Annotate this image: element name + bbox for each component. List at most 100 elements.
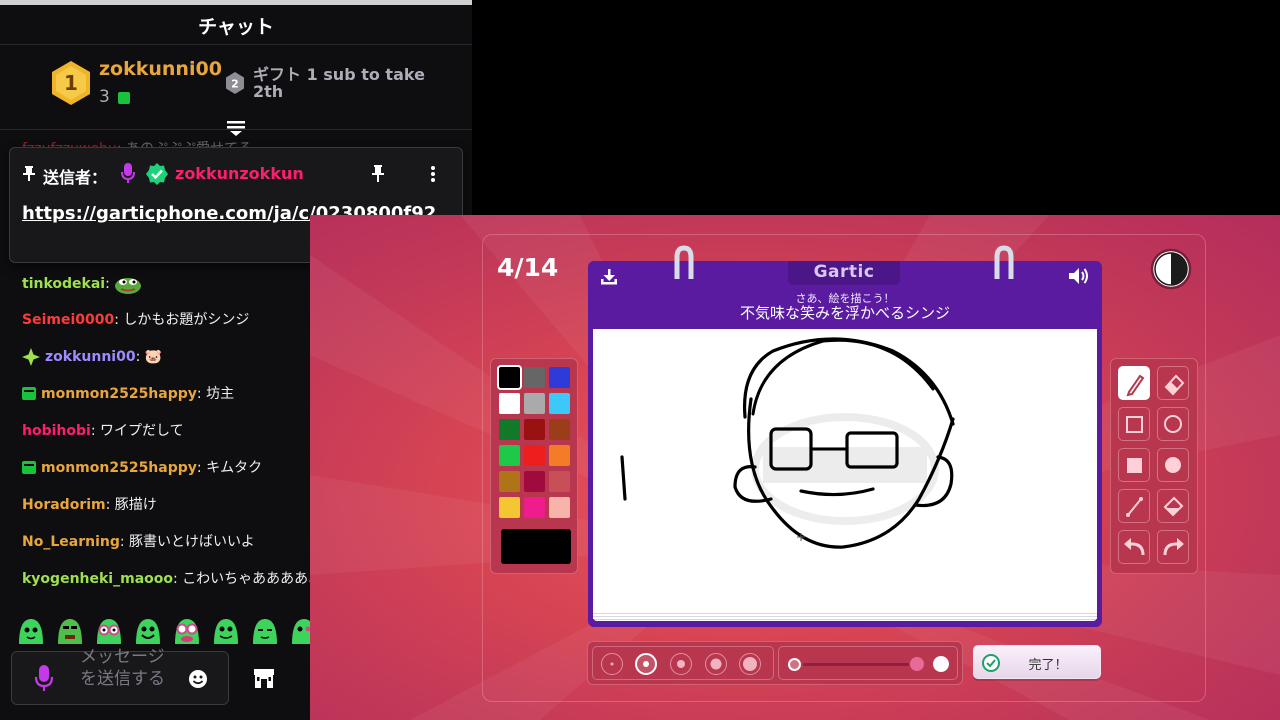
message-username[interactable]: No_Learning <box>22 534 120 550</box>
emoji-picker-icon[interactable] <box>188 669 208 689</box>
nerd-blob-emote-icon[interactable] <box>172 616 202 646</box>
message-text: ワイプだして <box>99 423 184 439</box>
color-swatch[interactable] <box>499 497 520 518</box>
message-colon: : <box>135 349 145 365</box>
brush-size-2[interactable] <box>635 653 657 675</box>
color-swatch[interactable] <box>524 419 545 440</box>
color-swatch[interactable] <box>524 497 545 518</box>
rank-2-badge-icon: 2 <box>226 72 244 94</box>
pig-emoji: 🐷 <box>144 349 163 365</box>
opacity-track[interactable] <box>803 663 909 666</box>
emote-bar <box>16 616 312 648</box>
rank-1-label: 1 <box>64 71 78 95</box>
gartic-phone-game: 4/14 Gartic さあ、絵を描こう！ 不気味な笑みを浮かべるシンジ 完了！ <box>310 215 1280 720</box>
color-swatch[interactable] <box>549 471 570 492</box>
message-username[interactable]: tinkodekai <box>22 276 105 292</box>
message-text: キムタク <box>206 460 263 476</box>
pepe-emote-icon <box>115 278 142 294</box>
brush-size-3[interactable] <box>670 653 692 675</box>
message-username[interactable]: monmon2525happy <box>41 386 197 402</box>
color-swatch[interactable] <box>549 393 570 414</box>
chat-message: Seimei0000: しかもお題がシンジ <box>22 310 249 330</box>
done-button[interactable]: 完了！ <box>973 645 1101 679</box>
message-username[interactable]: zokkunni00 <box>45 349 136 365</box>
message-username[interactable]: kyogenheki_maooo <box>22 571 173 587</box>
brush-size-4[interactable] <box>705 653 727 675</box>
subscriber-badge-icon <box>22 386 36 400</box>
paint-bucket-icon <box>1163 496 1184 517</box>
opacity-slider[interactable] <box>778 646 958 680</box>
message-text: しかもお題がシンジ <box>123 312 250 328</box>
glasses-blob-emote-icon[interactable] <box>94 616 124 646</box>
line-tool[interactable] <box>1118 489 1150 523</box>
message-colon: : <box>173 571 183 587</box>
paper-edge <box>593 611 1097 621</box>
pencil-icon <box>1126 374 1145 397</box>
fill-tool[interactable] <box>1157 489 1189 523</box>
download-icon[interactable] <box>600 268 618 286</box>
chat-title: チャット <box>198 16 274 38</box>
rectangle-filled-icon <box>1127 458 1142 473</box>
speaker-icon[interactable] <box>1068 266 1090 286</box>
header-divider <box>0 44 472 45</box>
chat-input-field[interactable]: メッセージを送信する <box>11 647 229 705</box>
filled-ellipse-tool[interactable] <box>1157 448 1189 482</box>
redo-tool[interactable] <box>1157 530 1189 564</box>
rectangle-tool[interactable] <box>1118 407 1150 441</box>
color-swatch[interactable] <box>499 445 520 466</box>
theme-toggle-icon[interactable] <box>1150 248 1192 290</box>
gift-sub-prompt[interactable]: ギフト 1 sub to take 2th <box>253 66 443 100</box>
blob-emote-icon[interactable] <box>289 616 312 646</box>
redo-icon <box>1163 538 1184 556</box>
filled-rectangle-tool[interactable] <box>1118 448 1150 482</box>
brush-size-5[interactable] <box>739 653 761 675</box>
undo-tool[interactable] <box>1118 530 1150 564</box>
pencil-tool[interactable] <box>1118 366 1150 400</box>
screen: チャット 1 zokkunni00 3 2 ギフト 1 sub to take … <box>0 0 1280 720</box>
message-colon: : <box>105 276 115 292</box>
gartic-logo: Gartic <box>813 262 875 282</box>
green-blob-emote-icon[interactable] <box>16 616 46 646</box>
ellipse-tool[interactable] <box>1157 407 1189 441</box>
happy-blob-emote-icon[interactable] <box>211 616 241 646</box>
color-swatch[interactable] <box>524 471 545 492</box>
message-username[interactable]: hobihobi <box>22 423 91 439</box>
verified-badge-icon <box>146 163 168 185</box>
message-username[interactable]: Seimei0000 <box>22 312 114 328</box>
color-swatch[interactable] <box>524 393 545 414</box>
color-swatch[interactable] <box>549 445 570 466</box>
store-icon[interactable] <box>252 666 276 690</box>
brush-size-1[interactable] <box>601 653 623 675</box>
microphone-icon[interactable] <box>34 664 54 692</box>
color-swatch[interactable] <box>499 419 520 440</box>
pinned-sender-label: 送信者： <box>43 168 108 187</box>
leaderboard-first-name[interactable]: zokkunni00 <box>99 58 222 80</box>
color-swatch[interactable] <box>549 367 570 388</box>
color-swatch[interactable] <box>497 365 522 390</box>
eraser-tool[interactable] <box>1157 366 1189 400</box>
more-options-icon[interactable] <box>430 165 436 183</box>
message-text: 坊主 <box>206 386 235 402</box>
angry-blob-emote-icon[interactable] <box>55 616 85 646</box>
unpin-icon[interactable] <box>370 164 386 182</box>
color-swatch[interactable] <box>524 367 545 388</box>
color-swatch[interactable] <box>549 419 570 440</box>
color-swatch[interactable] <box>524 445 545 466</box>
brush-size-group <box>592 646 774 680</box>
pinned-sender-name[interactable]: zokkunzokkun <box>175 164 304 183</box>
message-username[interactable]: monmon2525happy <box>41 460 197 476</box>
opacity-slider-handle[interactable] <box>910 657 924 671</box>
message-colon: : <box>105 497 115 513</box>
subscriber-badge-icon <box>22 460 36 474</box>
message-username[interactable]: Horadorim <box>22 497 106 513</box>
color-swatch[interactable] <box>499 471 520 492</box>
message-colon: : <box>90 423 100 439</box>
chat-message: monmon2525happy: 坊主 <box>22 384 234 404</box>
color-swatch[interactable] <box>499 393 520 414</box>
drawing-canvas[interactable] <box>593 329 1097 611</box>
color-swatch[interactable] <box>549 497 570 518</box>
smile-blob-emote-icon[interactable] <box>133 616 163 646</box>
round-counter: 4/14 <box>497 253 559 282</box>
collapse-leaderboard-icon[interactable] <box>226 120 246 136</box>
calm-blob-emote-icon[interactable] <box>250 616 280 646</box>
